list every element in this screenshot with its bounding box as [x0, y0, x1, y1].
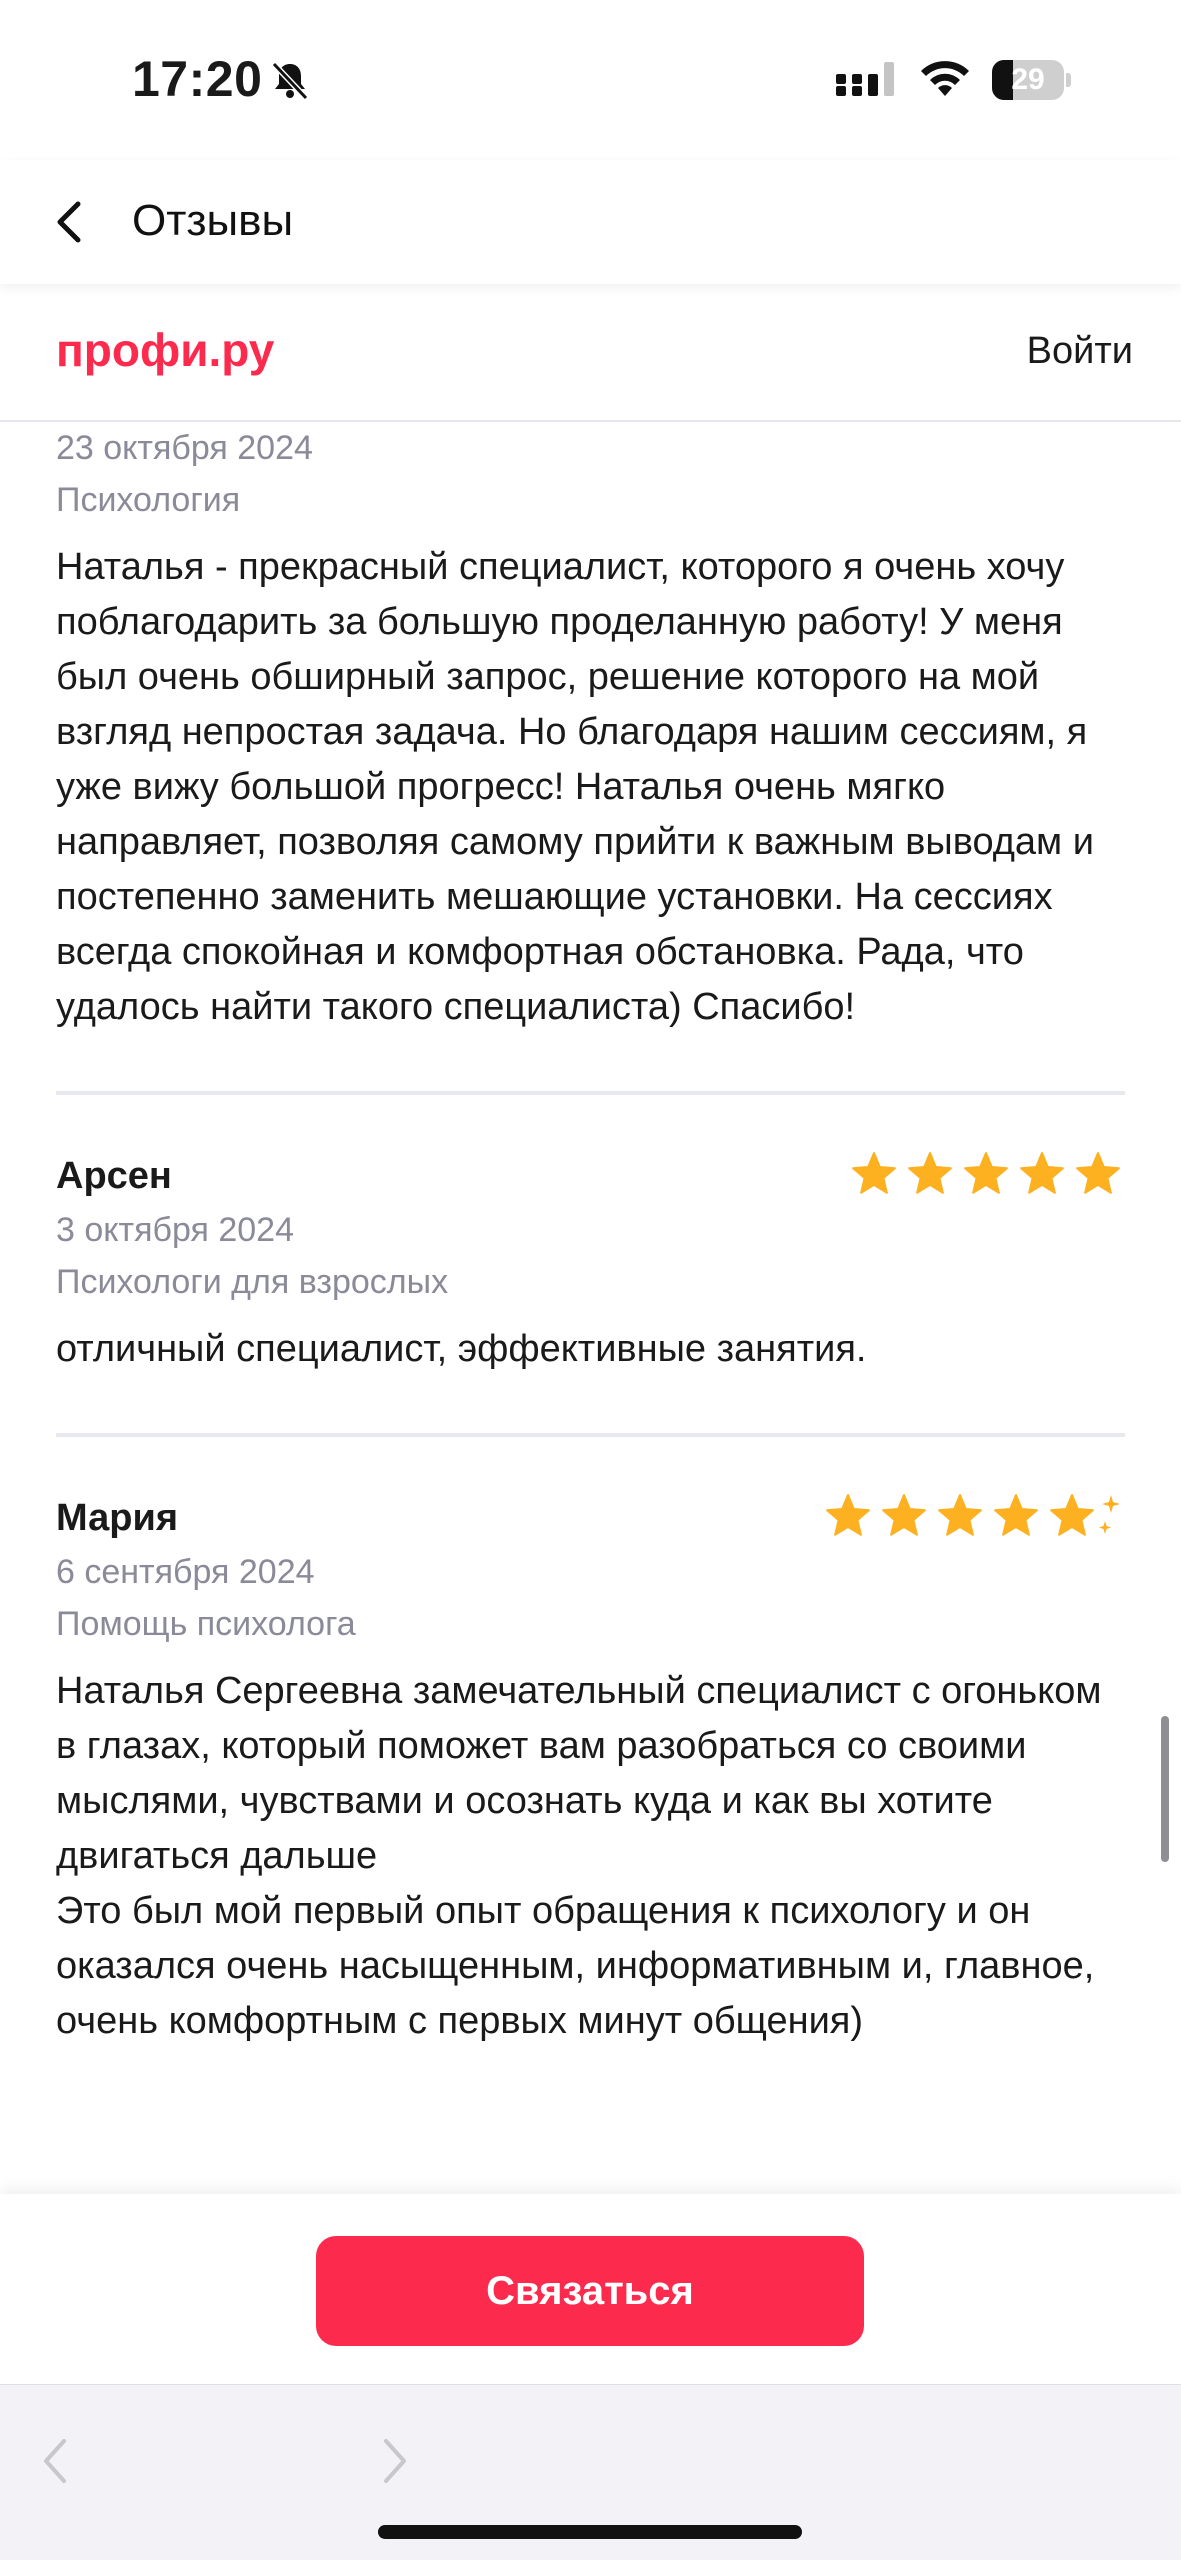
star-icon — [852, 1152, 896, 1194]
cellular-signal-icon — [836, 62, 894, 96]
home-indicator[interactable] — [378, 2525, 802, 2539]
rating-stars — [825, 1493, 1121, 1539]
sparkle-icon — [1099, 1495, 1120, 1534]
bell-off-icon — [271, 61, 309, 101]
login-link[interactable]: Войти — [1027, 330, 1133, 373]
rating-stars — [851, 1151, 1121, 1197]
wifi-icon — [921, 61, 969, 96]
star-icon — [1020, 1152, 1064, 1194]
star-icon — [1050, 1494, 1094, 1536]
review-category: Психологи для взрослых — [56, 1263, 449, 1301]
star-icon — [938, 1494, 982, 1536]
chevron-left-icon[interactable] — [40, 190, 104, 254]
review-item: 23 октября 2024 Психология Наталья - пре… — [0, 422, 1181, 1035]
review-item: Арсен 3 октября 2024 Психологи для взрос… — [0, 1095, 1181, 1377]
logo-text: профи.ру — [56, 324, 275, 376]
status-bar: 17:20 29 — [0, 0, 1181, 160]
browser-toolbar — [0, 2384, 1181, 2560]
review-text: отличный специалист, эффективные занятия… — [56, 1328, 867, 1370]
review-date: 3 октября 2024 — [56, 1211, 294, 1249]
reviews-list[interactable]: 23 октября 2024 Психология Наталья - пре… — [0, 422, 1181, 2194]
forward-arrow-icon[interactable] — [374, 2433, 414, 2489]
review-item: Мария 6 сентября 2024 Помощь психолога Н… — [0, 1437, 1181, 2049]
profi-ru-logo[interactable]: профи.ру — [56, 324, 336, 384]
star-icon — [1076, 1152, 1120, 1194]
battery-icon: 29 — [992, 60, 1072, 100]
scroll-indicator[interactable] — [1161, 1716, 1169, 1862]
star-icon — [964, 1152, 1008, 1194]
review-date: 6 сентября 2024 — [56, 1553, 315, 1591]
star-icon — [826, 1494, 870, 1536]
contact-button[interactable]: Связаться — [316, 2236, 864, 2346]
review-category: Психология — [56, 481, 241, 519]
review-text: Наталья Сергеевна замечательный специали… — [56, 1670, 1102, 2042]
star-icon — [882, 1494, 926, 1536]
review-category: Помощь психолога — [56, 1605, 356, 1643]
nav-bar: Отзывы — [0, 160, 1181, 284]
back-arrow-icon[interactable] — [36, 2433, 76, 2489]
star-icon — [994, 1494, 1038, 1536]
site-header: профи.ру Войти — [0, 284, 1181, 422]
review-text: Наталья - прекрасный специалист, которог… — [56, 546, 1094, 1028]
review-date: 23 октября 2024 — [56, 429, 313, 467]
status-time: 17:20 — [132, 51, 263, 107]
bottom-action-bar: Связаться — [0, 2194, 1181, 2384]
star-icon — [908, 1152, 952, 1194]
battery-level: 29 — [1011, 63, 1045, 96]
page-title: Отзывы — [132, 196, 294, 245]
